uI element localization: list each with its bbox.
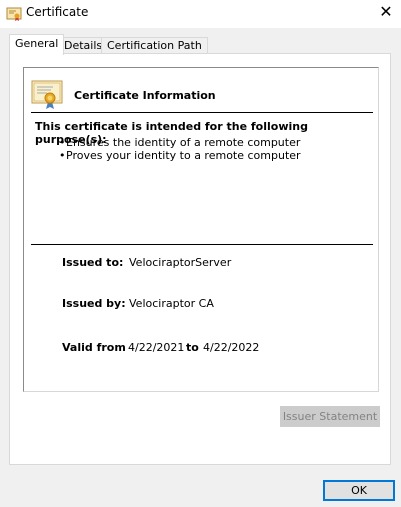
close-button[interactable]: ✕ — [371, 0, 401, 26]
divider — [31, 112, 373, 113]
issued-by-label: Issued by: — [62, 297, 126, 310]
issuer-statement-button[interactable]: Issuer Statement — [280, 406, 380, 427]
ok-button[interactable]: OK — [323, 480, 395, 501]
window-title: Certificate — [26, 5, 89, 19]
list-item: •Ensures the identity of a remote comput… — [59, 136, 301, 149]
tab-general[interactable]: General — [9, 34, 65, 55]
certificate-info-heading: Certificate Information — [74, 89, 216, 102]
issued-to-label: Issued to: — [62, 256, 124, 269]
valid-from-label: Valid from — [62, 341, 126, 354]
valid-from-value: 4/22/2021 — [128, 341, 185, 354]
close-icon: ✕ — [379, 2, 393, 21]
purpose-list: •Ensures the identity of a remote comput… — [59, 136, 301, 162]
title-bar: Certificate ✕ — [0, 0, 401, 28]
general-tab-panel: Certificate Information This certificate… — [9, 53, 391, 465]
issued-by-value: Velociraptor CA — [129, 297, 214, 310]
valid-to-label: to — [186, 341, 199, 354]
issued-to-value: VelociraptorServer — [129, 256, 232, 269]
certificate-icon — [6, 6, 22, 22]
certificate-info-box: Certificate Information This certificate… — [23, 67, 379, 392]
divider — [31, 244, 373, 245]
list-item: •Proves your identity to a remote comput… — [59, 149, 301, 162]
certificate-icon — [31, 78, 65, 110]
valid-to-value: 4/22/2022 — [203, 341, 260, 354]
